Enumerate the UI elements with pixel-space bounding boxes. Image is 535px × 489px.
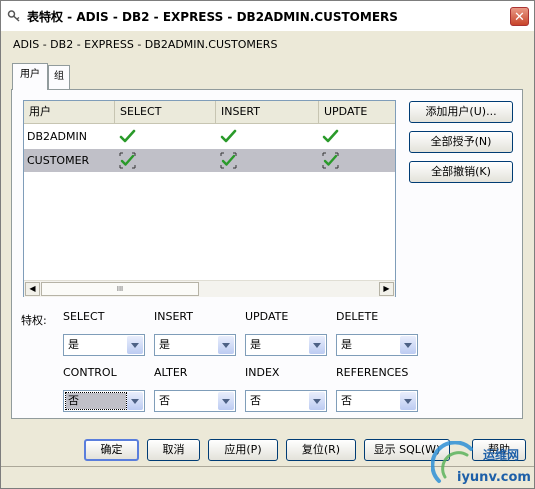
alter-privilege-label: ALTER [154, 366, 188, 379]
granted-check-icon[interactable] [119, 128, 136, 145]
cancel-button[interactable]: 取消 [147, 439, 200, 461]
select-privilege-label: SELECT [63, 310, 105, 323]
user-name-cell: CUSTOMER [27, 154, 90, 167]
index-privilege-label: INDEX [245, 366, 280, 379]
key-icon [7, 10, 20, 22]
chevron-down-icon[interactable] [218, 336, 234, 354]
index-privilege-dropdown[interactable]: 否 [245, 390, 327, 412]
user-name-cell: DB2ADMIN [27, 130, 87, 143]
dropdown-value: 是 [250, 338, 261, 351]
dropdown-value: 否 [250, 394, 261, 407]
granted-check-icon[interactable] [322, 128, 339, 145]
add-user-button[interactable]: 添加用户(U)... [409, 101, 513, 123]
scrollbar-thumb[interactable]: III [41, 282, 199, 296]
ok-button[interactable]: 确定 [84, 439, 139, 461]
close-button[interactable]: ✕ [510, 7, 529, 26]
chevron-down-icon[interactable] [400, 392, 416, 410]
dropdown-value: 否 [159, 394, 170, 407]
title-bar: 表特权 - ADIS - DB2 - EXPRESS - DB2ADMIN.CU… [1, 1, 534, 31]
update-privilege-label: UPDATE [245, 310, 289, 323]
window-title: 表特权 - ADIS - DB2 - EXPRESS - DB2ADMIN.CU… [27, 10, 398, 24]
delete-privilege-label: DELETE [336, 310, 379, 323]
granted-check-icon[interactable] [220, 128, 237, 145]
update-privilege-dropdown[interactable]: 是 [245, 334, 327, 356]
column-header-insert[interactable]: INSERT [216, 101, 319, 123]
dropdown-value: 是 [68, 338, 79, 351]
granted-check-icon[interactable] [220, 152, 237, 169]
svg-text:运维网: 运维网 [483, 447, 519, 462]
table-row[interactable]: DB2ADMIN [24, 125, 395, 148]
chevron-down-icon[interactable] [127, 336, 143, 354]
chevron-down-icon[interactable] [218, 392, 234, 410]
alter-privilege-dropdown[interactable]: 否 [154, 390, 236, 412]
tab-users[interactable]: 用户 [12, 63, 48, 90]
column-header-user[interactable]: 用户 [24, 101, 115, 123]
chevron-down-icon[interactable] [309, 336, 325, 354]
horizontal-scrollbar[interactable]: ◀ III ▶ [24, 280, 395, 297]
reset-button[interactable]: 复位(R) [286, 439, 356, 461]
revoke-all-button[interactable]: 全部撤销(K) [409, 161, 513, 183]
dropdown-value: 否 [65, 392, 127, 410]
granted-check-icon[interactable] [322, 152, 339, 169]
dropdown-value: 是 [341, 338, 352, 351]
delete-privilege-dropdown[interactable]: 是 [336, 334, 418, 356]
column-header-update[interactable]: UPDATE [319, 101, 395, 123]
dropdown-value: 否 [341, 394, 352, 407]
chevron-down-icon[interactable] [400, 336, 416, 354]
svg-text:iyunv.com: iyunv.com [457, 470, 531, 485]
chevron-down-icon[interactable] [309, 392, 325, 410]
table-row-selected[interactable]: CUSTOMER [24, 149, 395, 172]
apply-button[interactable]: 应用(P) [208, 439, 278, 461]
object-path: ADIS - DB2 - EXPRESS - DB2ADMIN.CUSTOMER… [13, 38, 278, 51]
insert-privilege-label: INSERT [154, 310, 193, 323]
scroll-right-button[interactable]: ▶ [379, 282, 394, 296]
select-privilege-dropdown[interactable]: 是 [63, 334, 145, 356]
dropdown-value: 是 [159, 338, 170, 351]
references-privilege-label: REFERENCES [336, 366, 409, 379]
scroll-left-button[interactable]: ◀ [25, 282, 40, 296]
chevron-down-icon[interactable] [127, 392, 143, 410]
grant-all-button[interactable]: 全部授予(N) [409, 131, 513, 153]
tab-groups[interactable]: 组 [48, 65, 70, 89]
insert-privilege-dropdown[interactable]: 是 [154, 334, 236, 356]
privilege-table: 用户 SELECT INSERT UPDATE DB2ADMIN CUSTOME… [23, 100, 396, 297]
privileges-dialog: 表特权 - ADIS - DB2 - EXPRESS - DB2ADMIN.CU… [0, 0, 535, 489]
granted-check-icon[interactable] [119, 152, 136, 169]
references-privilege-dropdown[interactable]: 否 [336, 390, 418, 412]
control-privilege-label: CONTROL [63, 366, 117, 379]
control-privilege-dropdown[interactable]: 否 [63, 390, 145, 412]
table-header: 用户 SELECT INSERT UPDATE [24, 101, 395, 124]
privileges-label: 特权: [21, 314, 47, 327]
watermark-logo: 运维网 iyunv.com [431, 441, 531, 485]
column-header-select[interactable]: SELECT [115, 101, 216, 123]
